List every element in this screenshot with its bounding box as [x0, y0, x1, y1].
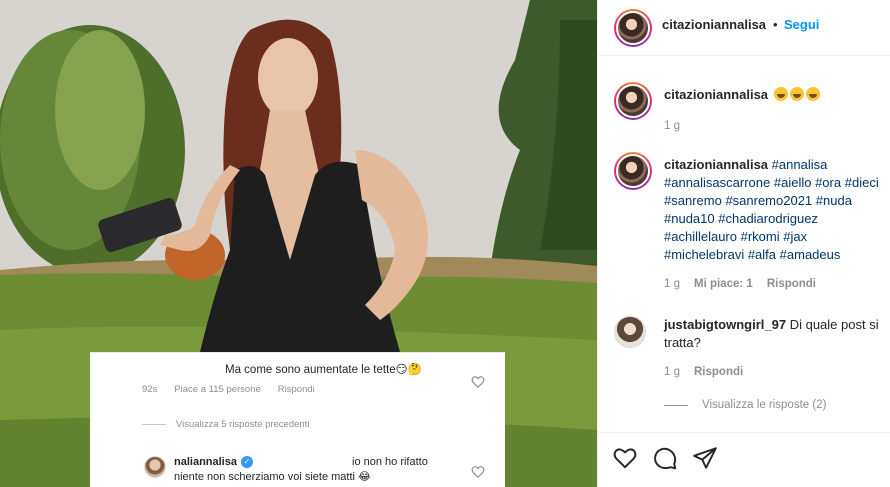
hashtag-link[interactable]: #chadiarodriguez [718, 211, 818, 226]
overlay-reply-avatar [144, 456, 166, 478]
hashtag-link[interactable]: #annalisascarrone [664, 175, 770, 190]
post-photo[interactable]: Ma come sono aumentate le tette😏🤔 92s Pi… [0, 0, 597, 487]
overlay-comment-likes: Piace a 115 persone [174, 384, 261, 395]
comment-body: justabigtowngirl_97 Di quale post si tra… [664, 316, 879, 352]
overlay-reply-text-line2: niente non scherziamo voi siete matti 😂 [174, 471, 371, 483]
overlay-reply-text-line1: io non ho rifatto [352, 456, 428, 468]
view-replies-button[interactable]: Visualizza le risposte (2) [664, 399, 826, 411]
overlay-view-replies: Visualizza 5 risposte precedenti [142, 419, 309, 430]
overlay-comment-time: 92s [142, 384, 158, 395]
laugh-emoji-icon [773, 87, 788, 101]
overlay-reply-username: naliannalisa [174, 456, 237, 468]
author-avatar[interactable] [614, 9, 652, 47]
overlay-reply-button: Rispondi [277, 384, 315, 395]
view-replies-label: Visualizza le risposte (2) [702, 399, 827, 411]
overlay-comment-meta: 92s Piace a 115 persone Rispondi [142, 384, 315, 395]
author-username[interactable]: citazioniannalisa [662, 17, 766, 32]
overlay-view-replies-label: Visualizza 5 risposte precedenti [176, 419, 310, 430]
hashtag-link[interactable]: #nuda10 [664, 211, 715, 226]
hashtag-link[interactable]: #achillelauro [664, 229, 737, 244]
comment-time[interactable]: 1 g [664, 278, 680, 290]
overlay-divider-line [142, 424, 166, 425]
comment-username[interactable]: justabigtowngirl_97 [664, 317, 786, 332]
heart-icon[interactable] [612, 445, 638, 471]
comment-body: citazioniannalisa #annalisa #annalisasca… [664, 156, 879, 264]
hashtag-link[interactable]: #alfa [748, 247, 776, 262]
hashtag-link[interactable]: #dieci [845, 175, 879, 190]
hashtag-link[interactable]: #rkomi [741, 229, 780, 244]
comment-time[interactable]: 1 g [664, 366, 680, 378]
comment-icon[interactable] [652, 445, 678, 471]
comment-reply-button[interactable]: Rispondi [694, 366, 743, 378]
laugh-emoji-icon [805, 87, 820, 101]
comment-time[interactable]: 1 g [664, 120, 680, 132]
comment-username[interactable]: citazioniannalisa [664, 87, 768, 102]
verified-badge-icon: ✓ [240, 456, 253, 468]
overlay-comment-card: Ma come sono aumentate le tette😏🤔 92s Pi… [90, 352, 505, 487]
laugh-emoji-icon [789, 87, 804, 101]
comment-avatar[interactable] [614, 82, 652, 120]
overlay-comment-text: Ma come sono aumentate le tette😏🤔 [225, 364, 422, 376]
comment-avatar[interactable] [614, 152, 652, 190]
divider-line [664, 404, 688, 406]
hashtag-link[interactable]: #sanremo [664, 193, 722, 208]
comment-meta: 1 g Rispondi [664, 366, 743, 378]
comment-likes[interactable]: Mi piace: 1 [694, 278, 753, 290]
hashtag-link[interactable]: #jax [783, 229, 807, 244]
comment-meta: 1 g [664, 120, 680, 132]
comment-avatar[interactable] [614, 316, 646, 348]
hashtag-link[interactable]: #annalisa [772, 157, 828, 172]
overlay-heart-icon [471, 376, 485, 389]
follow-button[interactable]: Segui [784, 17, 819, 32]
share-icon[interactable] [692, 445, 718, 471]
comment-body: citazioniannalisa [664, 86, 879, 104]
action-bar [598, 432, 890, 487]
comment-username[interactable]: citazioniannalisa [664, 157, 768, 172]
overlay-reply-user: naliannalisa ✓ [174, 456, 253, 468]
post-side-panel: citazioniannalisa • Segui citazioniannal… [597, 0, 890, 487]
header-separator: • [773, 17, 778, 32]
instagram-post-view: Ma come sono aumentate le tette😏🤔 92s Pi… [0, 0, 890, 487]
hashtag-link[interactable]: #sanremo2021 [725, 193, 812, 208]
comment-meta: 1 g Mi piace: 1 Rispondi [664, 278, 816, 290]
post-header: citazioniannalisa • Segui [598, 0, 890, 56]
hashtag-link[interactable]: #amadeus [780, 247, 841, 262]
hashtag-link[interactable]: #michelebravi [664, 247, 744, 262]
hashtag-link[interactable]: #ora [815, 175, 841, 190]
comment-reply-button[interactable]: Rispondi [767, 278, 816, 290]
hashtag-link[interactable]: #nuda [816, 193, 852, 208]
overlay-reply-heart-icon [471, 466, 485, 479]
hashtag-link[interactable]: #aiello [774, 175, 812, 190]
